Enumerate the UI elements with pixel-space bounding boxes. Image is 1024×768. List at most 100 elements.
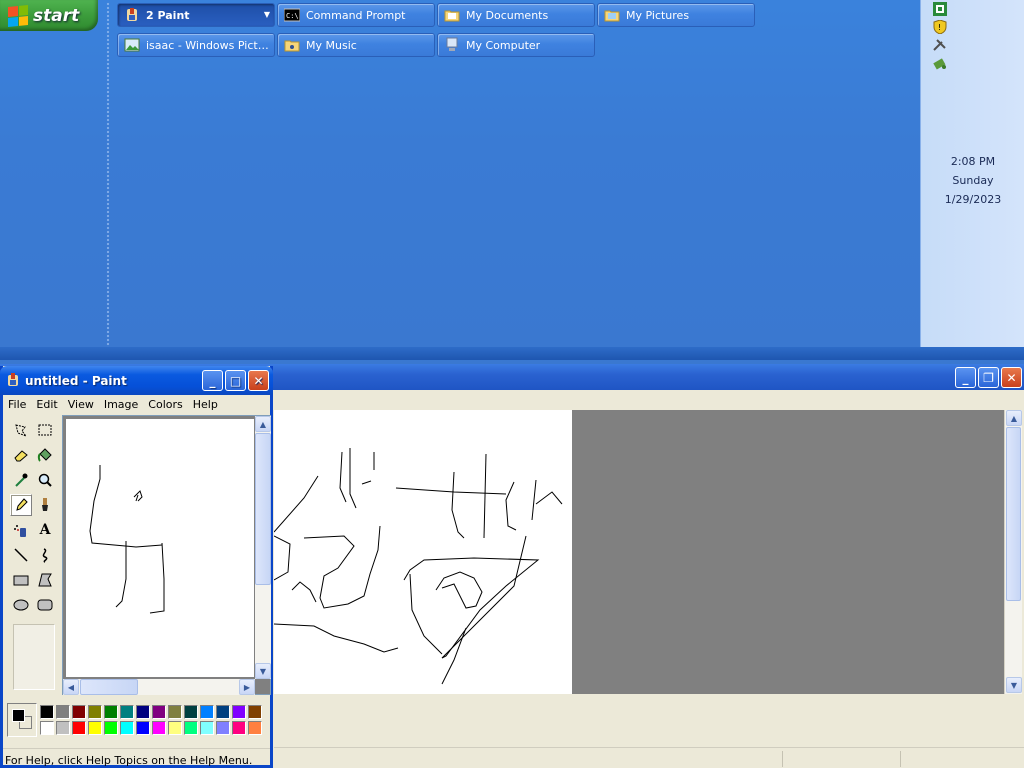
palette-color-swatch[interactable]: [216, 705, 230, 719]
scroll-thumb[interactable]: [80, 679, 138, 695]
taskbar-button-command-prompt[interactable]: C:\ Command Prompt: [277, 3, 435, 27]
maximize-button[interactable]: □: [225, 370, 246, 391]
palette-color-swatch[interactable]: [200, 705, 214, 719]
scroll-down-button[interactable]: ▼: [255, 663, 271, 679]
palette-color-swatch[interactable]: [168, 721, 182, 735]
scroll-thumb[interactable]: [255, 433, 271, 585]
palette-color-swatch[interactable]: [120, 721, 134, 735]
menu-help[interactable]: Help: [188, 398, 223, 411]
menu-bar: File Edit View Image Colors Help: [3, 395, 270, 413]
line-tool[interactable]: [10, 544, 32, 566]
taskbar-button-my-computer[interactable]: My Computer: [437, 33, 595, 57]
computer-icon: [446, 37, 458, 51]
paint-app-icon: [8, 373, 18, 386]
eraser-icon: [14, 450, 28, 462]
taskbar-button-my-music[interactable]: My Music: [277, 33, 435, 57]
palette-color-swatch[interactable]: [152, 721, 166, 735]
select-tool[interactable]: [34, 419, 56, 441]
magnifier-tool[interactable]: [34, 469, 56, 491]
drawing-canvas[interactable]: [274, 410, 572, 694]
menu-view[interactable]: View: [63, 398, 99, 411]
palette-color-swatch[interactable]: [184, 721, 198, 735]
taskbar-button-paint-group[interactable]: 2 Paint ▼: [117, 3, 275, 27]
scroll-down-button[interactable]: ▼: [1006, 677, 1022, 693]
drawing-canvas[interactable]: [66, 419, 254, 677]
toolbox: A: [7, 417, 59, 690]
scroll-left-button[interactable]: ◀: [63, 679, 79, 695]
fill-icon: [37, 448, 52, 462]
palette-color-swatch[interactable]: [136, 705, 150, 719]
brush-tool[interactable]: [34, 494, 56, 516]
clock[interactable]: 2:08 PM Sunday 1/29/2023: [921, 152, 1024, 209]
start-label: start: [33, 5, 80, 26]
vertical-scrollbar[interactable]: ▲ ▼: [255, 416, 271, 679]
palette-color-swatch[interactable]: [200, 721, 214, 735]
palette-color-swatch[interactable]: [232, 721, 246, 735]
palette-color-swatch[interactable]: [120, 705, 134, 719]
safely-remove-icon[interactable]: [933, 56, 947, 70]
palette-color-swatch[interactable]: [136, 721, 150, 735]
scroll-thumb[interactable]: [1006, 427, 1021, 601]
palette-color-swatch[interactable]: [216, 721, 230, 735]
taskbar-button-label: Command Prompt: [306, 8, 406, 22]
palette-color-swatch[interactable]: [168, 705, 182, 719]
rectangle-tool[interactable]: [10, 569, 32, 591]
tool-options-box[interactable]: [13, 624, 55, 690]
free-form-select-tool[interactable]: [10, 419, 32, 441]
curve-tool[interactable]: [34, 544, 56, 566]
palette-color-swatch[interactable]: [88, 721, 102, 735]
taskbar-grip[interactable]: [106, 2, 110, 354]
minimize-button[interactable]: _: [955, 367, 976, 388]
palette-color-swatch[interactable]: [248, 721, 262, 735]
palette-color-swatch[interactable]: [248, 705, 262, 719]
fill-tool[interactable]: [34, 444, 56, 466]
scroll-up-button[interactable]: ▲: [1006, 410, 1022, 426]
taskbar-button-picture-viewer[interactable]: isaac - Windows Pictu...: [117, 33, 275, 57]
security-shield-icon[interactable]: !: [933, 20, 947, 34]
tools-icon[interactable]: [933, 38, 947, 52]
menu-colors[interactable]: Colors: [143, 398, 187, 411]
palette-color-swatch[interactable]: [72, 705, 86, 719]
palette-color-swatch[interactable]: [152, 705, 166, 719]
vertical-scrollbar[interactable]: ▲ ▼: [1004, 410, 1022, 694]
text-tool[interactable]: A: [34, 519, 56, 541]
menu-edit[interactable]: Edit: [31, 398, 62, 411]
scroll-right-button[interactable]: ▶: [239, 679, 255, 695]
close-button[interactable]: ✕: [248, 370, 269, 391]
status-text: For Help, click Help Topics on the Help …: [5, 754, 253, 767]
ellipse-tool[interactable]: [10, 594, 32, 616]
scroll-up-button[interactable]: ▲: [255, 416, 271, 432]
pencil-tool[interactable]: [10, 494, 32, 516]
ellipse-icon: [13, 599, 29, 611]
horizontal-scrollbar[interactable]: ◀ ▶: [63, 679, 255, 695]
title-bar[interactable]: untitled - Paint _ □ ✕: [0, 366, 273, 395]
taskbar-button-my-pictures[interactable]: My Pictures: [597, 3, 755, 27]
rounded-rectangle-tool[interactable]: [34, 594, 56, 616]
palette-color-swatch[interactable]: [88, 705, 102, 719]
start-button[interactable]: start: [0, 0, 98, 31]
palette-color-swatch[interactable]: [104, 721, 118, 735]
paint-group-icon: [127, 8, 137, 21]
restore-button[interactable]: ❐: [978, 367, 999, 388]
network-icon[interactable]: [933, 2, 947, 16]
minimize-button[interactable]: _: [202, 370, 223, 391]
menu-file[interactable]: File: [3, 398, 31, 411]
current-colors[interactable]: [7, 703, 37, 737]
menu-image[interactable]: Image: [99, 398, 143, 411]
taskbar-button-my-documents[interactable]: My Documents: [437, 3, 595, 27]
palette-color-swatch[interactable]: [56, 705, 70, 719]
airbrush-tool[interactable]: [10, 519, 32, 541]
palette-color-swatch[interactable]: [104, 705, 118, 719]
eraser-tool[interactable]: [10, 444, 32, 466]
maximize-icon: □: [229, 373, 242, 388]
palette-color-swatch[interactable]: [56, 721, 70, 735]
close-button[interactable]: ✕: [1001, 367, 1022, 388]
palette-color-swatch[interactable]: [40, 705, 54, 719]
polygon-tool[interactable]: [34, 569, 56, 591]
palette-color-swatch[interactable]: [232, 705, 246, 719]
palette-color-swatch[interactable]: [72, 721, 86, 735]
palette-color-swatch[interactable]: [184, 705, 198, 719]
pick-color-tool[interactable]: [10, 469, 32, 491]
canvas-workspace: ▲ ▼ ◀ ▶: [62, 415, 271, 695]
palette-color-swatch[interactable]: [40, 721, 54, 735]
